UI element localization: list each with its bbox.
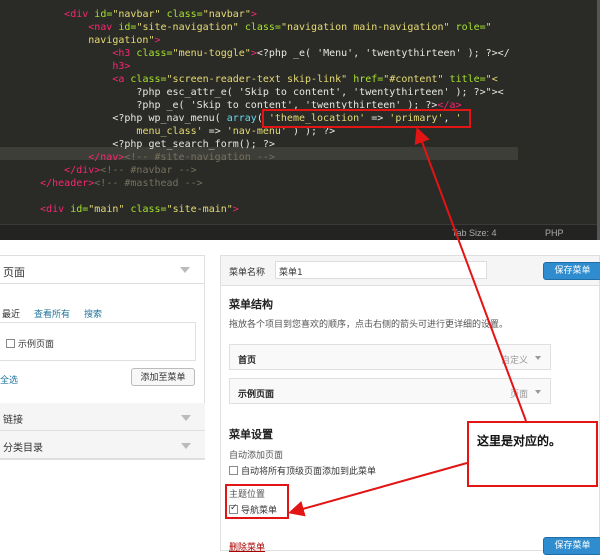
auto-add-checkbox[interactable]: [229, 466, 238, 475]
accordion-categories[interactable]: 分类目录: [0, 431, 205, 459]
accordion-categories-label: 分类目录: [3, 443, 43, 454]
expand-arrow-icon[interactable]: [181, 443, 191, 449]
code-line[interactable]: </nav><!-- #site-navigation -->: [16, 151, 510, 164]
save-menu-button[interactable]: 保存菜单: [543, 262, 600, 280]
annotation-callout: 这里是对应的。: [467, 421, 598, 487]
highlight-box-theme-location-setting: [225, 484, 289, 519]
menu-item-sample-page[interactable]: 示例页面 页面: [229, 378, 551, 404]
code-line[interactable]: </div><!-- #navbar -->: [16, 164, 510, 177]
code-editor[interactable]: <div id="navbar" class="navbar"> <nav id…: [0, 0, 600, 240]
add-to-menu-button[interactable]: 添加至菜单: [131, 368, 195, 386]
expand-arrow-icon[interactable]: [535, 356, 541, 360]
tab-recent[interactable]: 最近: [2, 307, 20, 320]
collapse-arrow-icon[interactable]: [180, 267, 190, 273]
language-indicator[interactable]: PHP: [545, 228, 564, 238]
code-line[interactable]: navigation">: [16, 34, 510, 47]
code-line[interactable]: <div id="navbar" class="navbar">: [16, 8, 510, 21]
tab-search[interactable]: 搜索: [84, 307, 102, 320]
code-line[interactable]: <nav id="site-navigation" class="navigat…: [16, 21, 510, 34]
expand-arrow-icon[interactable]: [181, 415, 191, 421]
code-line[interactable]: h3>: [16, 60, 510, 73]
tab-view-all[interactable]: 查看所有: [34, 307, 70, 320]
menu-name-input[interactable]: 菜单1: [275, 261, 487, 279]
auto-add-option[interactable]: 自动将所有顶级页面添加到此菜单: [229, 464, 376, 477]
expand-arrow-icon[interactable]: [535, 390, 541, 394]
menu-name-label: 菜单名称: [229, 268, 266, 278]
code-line[interactable]: <?php get_search_form(); ?>: [16, 138, 510, 151]
save-menu-button-bottom[interactable]: 保存菜单: [543, 537, 600, 555]
code-line[interactable]: </header><!-- #masthead -->: [16, 177, 510, 190]
pages-list: 示例页面: [0, 322, 196, 361]
menu-header: 菜单名称 菜单1 保存菜单: [221, 256, 600, 286]
menu-item-type: 页面: [509, 390, 528, 400]
select-all-link[interactable]: 全选: [0, 373, 18, 386]
menu-editor-panel: 菜单名称 菜单1 保存菜单 菜单结构 拖放各个项目到您喜欢的顺序，点击右侧的箭头…: [220, 255, 600, 555]
menu-structure-title: 菜单结构: [229, 299, 273, 311]
menu-settings-title: 菜单设置: [229, 429, 273, 441]
pages-panel-header[interactable]: 页面: [0, 256, 204, 284]
code-line[interactable]: <div id="main" class="site-main">: [16, 203, 510, 216]
menu-item-home[interactable]: 首页 自定义: [229, 344, 551, 370]
page-checkbox[interactable]: [6, 339, 15, 348]
code-line[interactable]: [16, 190, 510, 203]
auto-add-label: 自动添加页面: [229, 451, 284, 461]
menu-structure-description: 拖放各个项目到您喜欢的顺序，点击右侧的箭头可进行更详细的设置。: [229, 320, 509, 330]
menu-item-title: 首页: [238, 356, 257, 366]
list-item-label: 示例页面: [18, 340, 55, 350]
pages-panel-title: 页面: [3, 267, 25, 279]
auto-add-option-label: 自动将所有顶级页面添加到此菜单: [241, 467, 377, 477]
highlight-box-theme-location: [262, 109, 471, 128]
accordion-links-label: 链接: [3, 415, 23, 426]
tab-size-indicator[interactable]: Tab Size: 4: [452, 228, 497, 238]
code-line[interactable]: ?php esc_attr_e( 'Skip to content', 'twe…: [16, 86, 510, 99]
list-item[interactable]: 示例页面: [6, 337, 54, 350]
menu-item-type: 自定义: [500, 356, 528, 366]
delete-menu-link[interactable]: 删除菜单: [229, 540, 265, 553]
accordion-links[interactable]: 链接: [0, 403, 205, 431]
editor-statusbar: Tab Size: 4 PHP: [0, 224, 597, 240]
code-line[interactable]: <a class="screen-reader-text skip-link" …: [16, 73, 510, 86]
code-line[interactable]: <h3 class="menu-toggle"><?php _e( 'Menu'…: [16, 47, 509, 60]
menu-item-title: 示例页面: [238, 390, 275, 400]
